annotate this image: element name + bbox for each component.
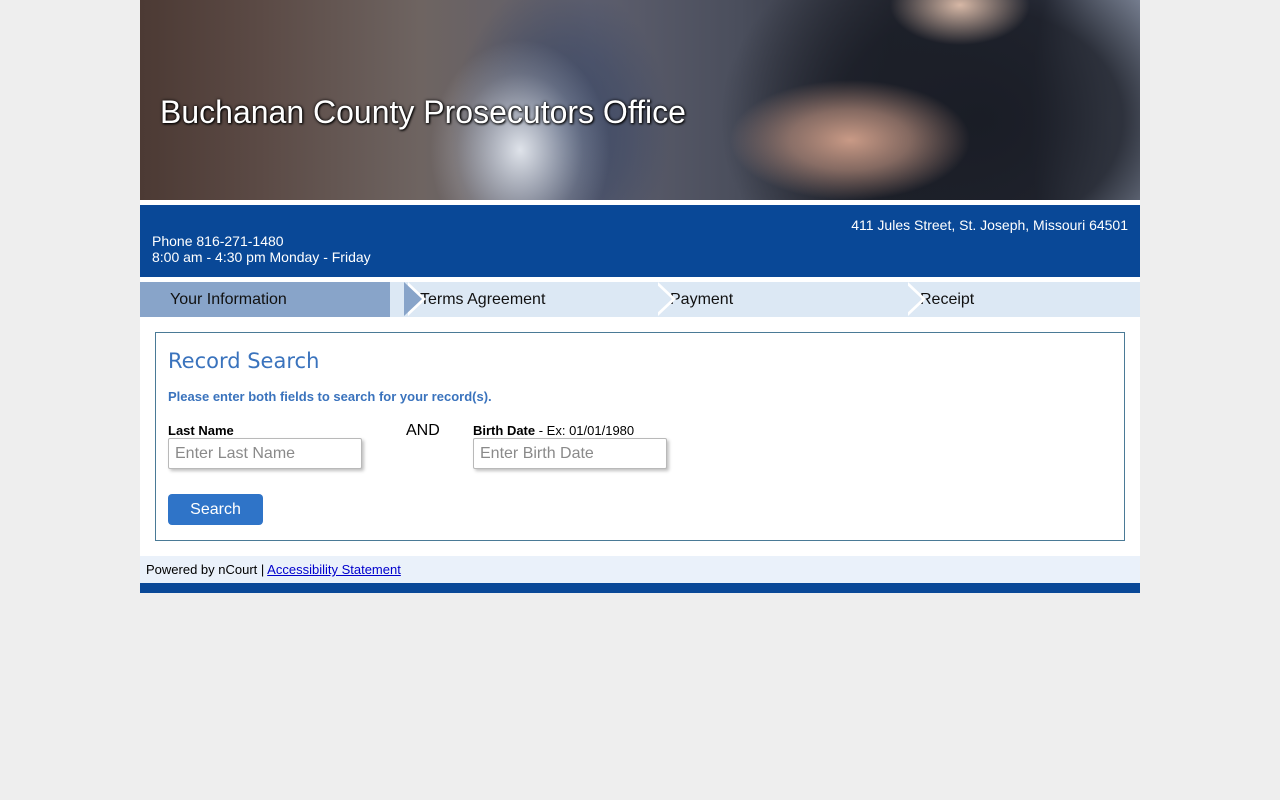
panel-heading: Record Search (168, 349, 320, 373)
last-name-label-text: Last Name (168, 423, 234, 438)
main-content: Record Search Please enter both fields t… (140, 317, 1140, 556)
step-label: Receipt (920, 291, 975, 308)
footer-bar (140, 583, 1140, 593)
powered-by-text: Powered by nCourt | (146, 562, 268, 577)
search-instructions: Please enter both fields to search for y… (168, 389, 492, 404)
birth-date-input[interactable] (473, 438, 667, 469)
record-search-panel: Record Search Please enter both fields t… (155, 332, 1125, 541)
step-receipt: Receipt (890, 282, 1140, 317)
step-terms-agreement: Terms Agreement (390, 282, 676, 317)
header-banner: Buchanan County Prosecutors Office (140, 0, 1140, 200)
contact-bar: 411 Jules Street, St. Joseph, Missouri 6… (140, 205, 1140, 277)
last-name-input[interactable] (168, 438, 362, 469)
office-hours: 8:00 am - 4:30 pm Monday - Friday (152, 249, 371, 265)
step-label: Your Information (170, 291, 287, 308)
step-label: Payment (670, 291, 734, 308)
footer: Powered by nCourt | Accessibility Statem… (140, 556, 1140, 583)
birth-date-hint: - Ex: 01/01/1980 (535, 423, 635, 438)
birth-date-label: Birth Date - Ex: 01/01/1980 (473, 423, 634, 438)
last-name-label: Last Name (168, 423, 234, 438)
search-button[interactable]: Search (168, 494, 263, 525)
birth-date-label-text: Birth Date (473, 423, 536, 438)
office-phone: Phone 816-271-1480 (152, 233, 284, 249)
accessibility-statement-link[interactable]: Accessibility Statement (267, 562, 401, 577)
office-address: 411 Jules Street, St. Joseph, Missouri 6… (851, 217, 1128, 233)
page-container: Buchanan County Prosecutors Office 411 J… (140, 0, 1140, 593)
footer-text: Powered by nCourt | Accessibility Statem… (146, 562, 401, 577)
progress-steps: Your Information Terms Agreement Payment… (140, 282, 1140, 317)
step-your-information: Your Information (140, 282, 426, 317)
step-payment: Payment (640, 282, 926, 317)
and-separator: AND (406, 422, 440, 439)
site-title: Buchanan County Prosecutors Office (160, 94, 686, 130)
step-label: Terms Agreement (420, 291, 546, 308)
